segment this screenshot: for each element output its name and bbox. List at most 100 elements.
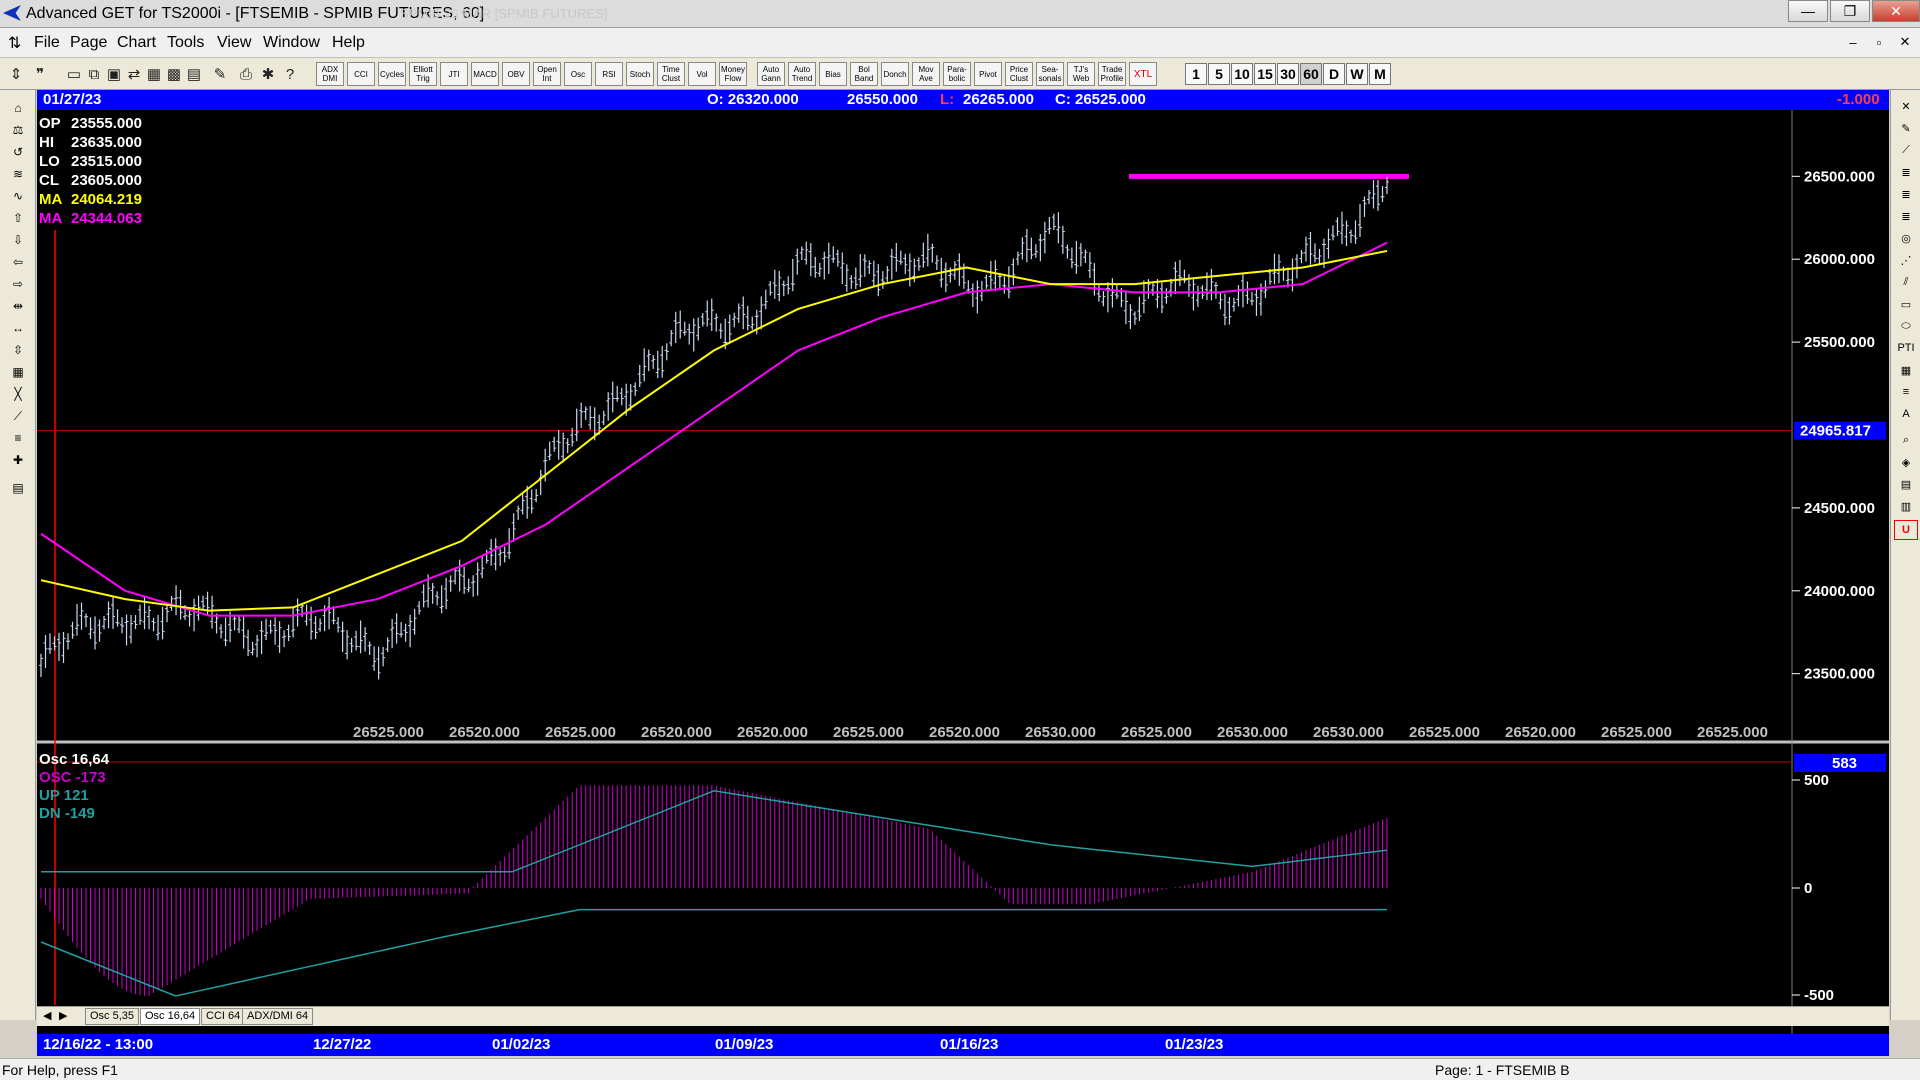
compress-icon[interactable]: ⇹ — [4, 296, 32, 316]
mdi-close-button[interactable]: ✕ — [1894, 32, 1916, 52]
box-icon[interactable]: ▭ — [1894, 294, 1918, 314]
layout-icon[interactable]: ▤ — [184, 63, 204, 85]
chart-tool-icon[interactable]: ▥ — [1894, 496, 1918, 516]
link-icon[interactable]: ⇄ — [124, 63, 144, 85]
grid-tool-icon[interactable]: ▦ — [1894, 360, 1918, 380]
tab-osc-5-35[interactable]: Osc 5,35 — [85, 1008, 140, 1025]
channel-icon[interactable]: ⫽ — [1894, 272, 1918, 292]
tab-scroll-right-icon[interactable]: ▶ — [59, 1009, 67, 1022]
ellipse-icon[interactable]: ⬭ — [1894, 316, 1918, 336]
elliott-icon[interactable]: ∿ — [4, 186, 32, 206]
study-button[interactable]: Osc — [564, 62, 592, 86]
close-button[interactable]: ✕ — [1872, 0, 1920, 22]
text-tool-icon[interactable]: A — [1894, 404, 1918, 424]
study-button[interactable]: Bias — [819, 62, 847, 86]
timeframe-button[interactable]: D — [1323, 63, 1345, 85]
layers-icon[interactable]: ▤ — [1894, 474, 1918, 494]
menu-tools[interactable]: Tools — [167, 34, 204, 52]
circle-icon[interactable]: ◎ — [1894, 228, 1918, 248]
tab-adx-dmi-64[interactable]: ADX/DMI 64 — [242, 1008, 314, 1025]
study-button[interactable]: JTI — [440, 62, 468, 86]
fit-icon[interactable]: ⇳ — [4, 340, 32, 360]
trendline-icon[interactable]: ⟋ — [1894, 140, 1918, 160]
paint-icon[interactable]: ◈ — [1894, 452, 1918, 472]
fan-icon[interactable]: ⋰ — [1894, 250, 1918, 270]
copy-icon[interactable]: ⧉ — [84, 63, 104, 85]
study-button[interactable]: TJ's Web — [1067, 62, 1095, 86]
study-button[interactable]: Para-bolic — [943, 62, 971, 86]
mdi-restore-button[interactable]: ▫ — [1868, 32, 1890, 52]
menu-chart[interactable]: Chart — [117, 34, 156, 52]
timeframe-button[interactable]: 15 — [1254, 63, 1276, 85]
arrow-up-icon[interactable]: ⇧ — [4, 208, 32, 228]
gann-icon[interactable]: ⟋ — [4, 406, 32, 426]
arrow-left-icon[interactable]: ⇦ — [4, 252, 32, 272]
fib-retracement-icon[interactable]: ≣ — [1894, 162, 1918, 182]
tile-icon[interactable]: ▦ — [144, 63, 164, 85]
idea-icon[interactable]: ✱ — [258, 63, 278, 85]
timeframe-button[interactable]: M — [1369, 63, 1391, 85]
grid-icon[interactable]: ▩ — [164, 63, 184, 85]
study-icon[interactable]: ≋ — [4, 164, 32, 184]
expand-icon[interactable]: ↔ — [4, 318, 32, 338]
menu-window[interactable]: Window — [263, 34, 320, 52]
study-button[interactable]: Mov Ave — [912, 62, 940, 86]
mob-icon[interactable]: ≡ — [1894, 382, 1918, 402]
arrow-right-icon[interactable]: ⇨ — [4, 274, 32, 294]
study-button[interactable]: Cycles — [378, 62, 406, 86]
menu-help[interactable]: Help — [332, 34, 365, 52]
maximize-button[interactable]: ❐ — [1830, 0, 1870, 22]
study-button[interactable]: RSI — [595, 62, 623, 86]
study-button[interactable]: Price Clust — [1005, 62, 1033, 86]
menu-view[interactable]: View — [217, 34, 251, 52]
study-button[interactable]: Money Flow — [719, 62, 747, 86]
study-button[interactable]: Bol Band — [850, 62, 878, 86]
print-icon[interactable]: ⎙ — [236, 63, 256, 85]
study-button[interactable]: MACD — [471, 62, 499, 86]
study-button[interactable]: Trade Profile — [1098, 62, 1126, 86]
table-icon[interactable]: ▦ — [4, 362, 32, 382]
study-button[interactable]: Donch — [881, 62, 909, 86]
fib-icon[interactable]: ≡ — [4, 428, 32, 448]
menu-page[interactable]: Page — [70, 34, 107, 52]
timeframe-button[interactable]: 10 — [1231, 63, 1253, 85]
help-icon[interactable]: ? — [280, 63, 300, 85]
study-button[interactable]: CCI — [347, 62, 375, 86]
fib-time-icon[interactable]: ≣ — [1894, 206, 1918, 226]
undo-icon[interactable]: U — [1894, 520, 1918, 540]
study-button[interactable]: XTL — [1129, 62, 1157, 86]
study-button[interactable]: OBV — [502, 62, 530, 86]
tab-cci-64[interactable]: CCI 64 — [201, 1008, 246, 1025]
study-button[interactable]: Auto Gann — [757, 62, 785, 86]
fib-extension-icon[interactable]: ≣ — [1894, 184, 1918, 204]
timeframe-button[interactable]: 30 — [1277, 63, 1299, 85]
study-button[interactable]: Sea-sonals — [1036, 62, 1064, 86]
new-page-icon[interactable]: ▭ — [64, 63, 84, 85]
save-icon[interactable]: ▣ — [104, 63, 124, 85]
tab-osc-16-64[interactable]: Osc 16,64 — [140, 1008, 201, 1025]
reset-icon[interactable]: ↺ — [4, 142, 32, 162]
timeframe-button[interactable]: 5 — [1208, 63, 1230, 85]
crosshair-icon[interactable]: ✚ — [4, 450, 32, 470]
chart-area[interactable]: 24965.817 26500.000 26000.000 25500.000 2450… — [37, 110, 1889, 1040]
study-button[interactable]: Time Clust — [657, 62, 685, 86]
notes-icon[interactable]: ▤ — [4, 478, 32, 498]
timeframe-button[interactable]: 60 — [1300, 63, 1322, 85]
edit-icon[interactable]: ✎ — [210, 63, 230, 85]
quote-icon[interactable]: ❞ — [30, 63, 50, 85]
study-button[interactable]: ADX DMI — [316, 62, 344, 86]
timeframe-button[interactable]: 1 — [1185, 63, 1207, 85]
study-button[interactable]: Open Int — [533, 62, 561, 86]
study-button[interactable]: Auto Trend — [788, 62, 816, 86]
lines-icon[interactable]: ╳ — [4, 384, 32, 404]
cursor-icon[interactable]: ⇕ — [6, 63, 26, 85]
timeframe-button[interactable]: W — [1346, 63, 1368, 85]
tab-scroll-left-icon[interactable]: ◀ — [43, 1009, 51, 1022]
study-button[interactable]: Vol — [688, 62, 716, 86]
pti-icon[interactable]: PTI — [1894, 338, 1918, 358]
minimize-button[interactable]: — — [1788, 0, 1828, 22]
folder-icon[interactable]: ⌂ — [4, 98, 32, 118]
arrow-down-icon[interactable]: ⇩ — [4, 230, 32, 250]
study-button[interactable]: Pivot — [974, 62, 1002, 86]
magnify-icon[interactable]: ⌕ — [1894, 430, 1918, 450]
